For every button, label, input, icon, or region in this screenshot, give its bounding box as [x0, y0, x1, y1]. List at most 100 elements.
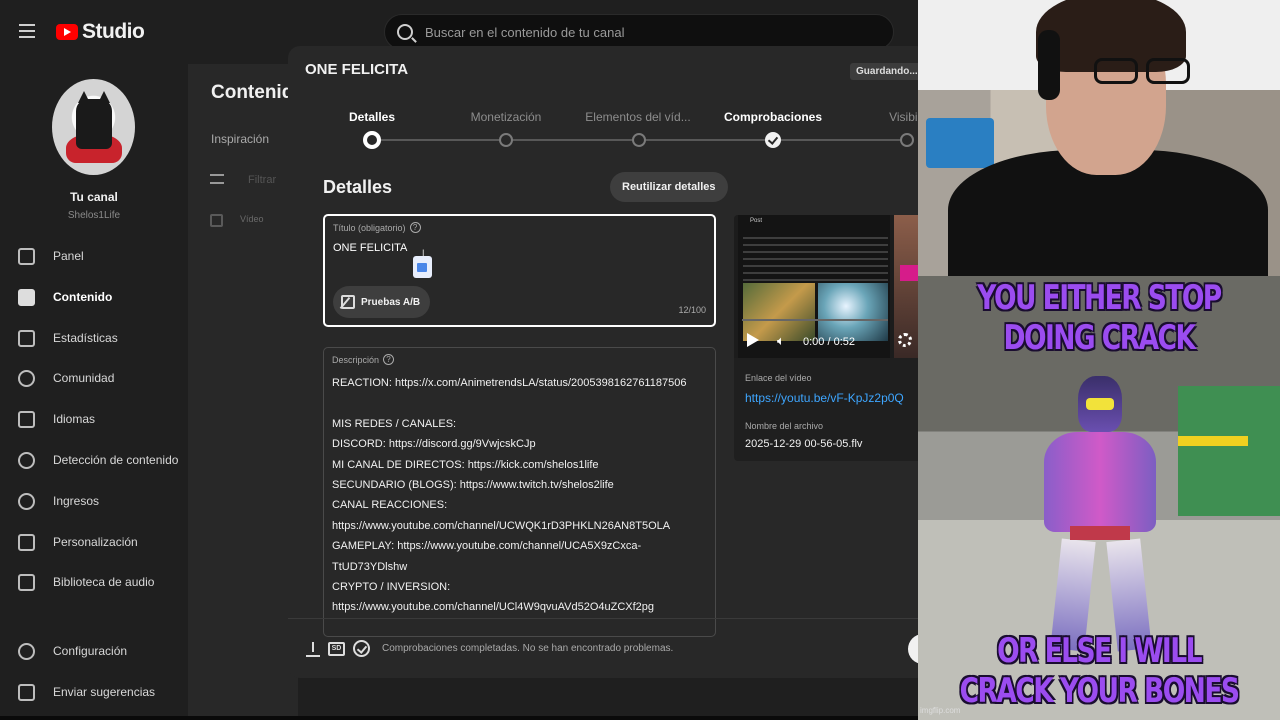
sidebar-item-label: Biblioteca de audio: [53, 575, 155, 589]
description-line: MI CANAL DE DIRECTOS: https://kick.com/s…: [332, 458, 599, 471]
sidebar-item-sugerencias[interactable]: Enviar sugerencias: [0, 672, 188, 712]
description-line: [332, 393, 709, 413]
video-link-label: Enlace del vídeo: [745, 373, 812, 383]
sidebar-item-deteccion[interactable]: Detección de contenido: [0, 440, 188, 480]
meme-watermark: imgflip.com: [920, 706, 961, 715]
ab-testing-button[interactable]: Pruebas A/B: [333, 286, 431, 318]
search-placeholder: Buscar en el contenido de tu canal: [425, 24, 625, 40]
description-line: REACTION: https://x.com/AnimetrendsLA/st…: [332, 377, 687, 389]
meme-bottom-text: OR ELSE I WILL CRACK YOUR BONES: [959, 631, 1240, 711]
video-player[interactable]: Post 🔈︎ 0:00 / 0:52: [734, 215, 918, 358]
checks-ok-icon[interactable]: [353, 640, 370, 657]
title-input[interactable]: ONE FELICITA: [333, 242, 407, 254]
section-title: Detalles: [323, 177, 393, 197]
file-name: 2025-12-29 00-56-05.flv: [745, 438, 863, 450]
studio-logo[interactable]: Studio: [56, 20, 145, 44]
reuse-details-button[interactable]: Reutilizar detalles: [610, 172, 728, 202]
channel-avatar[interactable]: [52, 79, 135, 175]
description-label-text: Descripción: [332, 354, 380, 365]
title-field[interactable]: Título (obligatorio) ? ONE FELICITA I Pr…: [323, 214, 716, 327]
sidebar-item-label: Contenido: [53, 290, 113, 304]
video-preview-panel: Post 🔈︎ 0:00 / 0:52 Enlace del vídeo htt…: [734, 215, 918, 461]
sidebar-item-ingresos[interactable]: Ingresos: [0, 481, 188, 521]
step-detalles[interactable]: Detalles: [349, 110, 395, 124]
sidebar-item-idiomas[interactable]: Idiomas: [0, 399, 188, 439]
logo-text: Studio: [82, 20, 145, 43]
sd-quality-icon[interactable]: SD: [328, 641, 345, 656]
sidebar-item-panel[interactable]: Panel: [0, 236, 188, 276]
step-check-icon: [765, 132, 781, 148]
description-line: TtUD73YDlshw: [332, 560, 408, 573]
step-pending-dot: [900, 133, 914, 147]
bottom-strip: [0, 716, 918, 720]
step-comprobaciones[interactable]: Comprobaciones: [724, 110, 822, 124]
video-progress-bar[interactable]: [742, 319, 888, 321]
meme-top-text: YOU EITHER STOP DOING CRACK: [977, 278, 1222, 358]
sidebar-item-label: Idiomas: [53, 412, 96, 426]
description-field-label: Descripción ?: [332, 354, 395, 365]
headset-icon: [1038, 30, 1060, 100]
volume-icon[interactable]: 🔈︎: [777, 333, 785, 349]
channel-handle: Shelos1Life: [67, 210, 121, 221]
description-line: MIS REDES / CANALES:: [332, 417, 457, 430]
title-label-text: Título (obligatorio): [333, 222, 406, 233]
step-visibilidad[interactable]: Visibili: [889, 110, 918, 124]
channel-label: Tu canal: [70, 190, 118, 204]
content-page: Contenido Inspiración Filtrar Vídeo: [188, 64, 305, 720]
filter-icon[interactable]: [210, 174, 224, 184]
earn-icon: [18, 492, 35, 510]
sidebar-item-configuracion[interactable]: Configuración: [0, 631, 188, 671]
step-monetizacion[interactable]: Monetización: [471, 110, 542, 124]
step-elementos[interactable]: Elementos del víd...: [585, 110, 690, 124]
sidebar-item-label: Enviar sugerencias: [53, 685, 156, 699]
column-header-video: Vídeo: [240, 214, 264, 224]
sidebar-item-biblioteca-audio[interactable]: Biblioteca de audio: [0, 562, 188, 602]
footer-divider: [288, 618, 918, 619]
analytics-icon: [18, 329, 35, 347]
upload-icon[interactable]: [306, 640, 320, 657]
step-pending-dot: [632, 133, 646, 147]
saving-status-badge: Guardando...: [850, 63, 918, 80]
content-icon: [18, 288, 35, 306]
copyright-icon: [18, 451, 35, 469]
ab-testing-label: Pruebas A/B: [361, 296, 421, 308]
sidebar-item-estadisticas[interactable]: Estadísticas: [0, 318, 188, 358]
sidebar: Tu canal Shelos1Life Panel Contenido Est…: [0, 64, 188, 720]
description-line: https://www.youtube.com/channel/UCWQK1rD…: [332, 519, 671, 532]
search-bar[interactable]: Buscar en el contenido de tu canal: [384, 14, 894, 50]
sidebar-item-contenido[interactable]: Contenido: [0, 277, 188, 317]
customization-icon: [18, 533, 35, 551]
gear-icon[interactable]: [898, 333, 912, 347]
sidebar-item-label: Configuración: [53, 644, 128, 658]
sidebar-item-comunidad[interactable]: Comunidad: [0, 358, 188, 398]
feedback-icon: [18, 683, 35, 701]
description-field[interactable]: Descripción ? REACTION: https://x.com/An…: [323, 347, 716, 637]
sidebar-item-personalizacion[interactable]: Personalización: [0, 522, 188, 562]
youtube-studio-window: Studio Buscar en el contenido de tu cana…: [0, 0, 918, 720]
sidebar-item-label: Ingresos: [53, 494, 100, 508]
tab-inspiracion[interactable]: Inspiración: [211, 132, 269, 146]
menu-icon[interactable]: [19, 24, 35, 38]
help-icon[interactable]: ?: [409, 222, 421, 233]
description-text[interactable]: REACTION: https://x.com/AnimetrendsLA/st…: [332, 373, 709, 618]
description-line: CRYPTO / INVERSION:: [332, 581, 451, 594]
step-current-dot: [363, 131, 381, 149]
title-field-label: Título (obligatorio) ?: [333, 222, 421, 233]
next-button[interactable]: [908, 634, 918, 664]
help-icon[interactable]: ?: [383, 354, 395, 365]
description-line: https://www.youtube.com/channel/UCl4W9qv…: [332, 601, 655, 614]
ab-test-icon: [341, 295, 355, 309]
play-icon[interactable]: [747, 333, 759, 347]
video-link[interactable]: https://youtu.be/vF-KpJz2p0Q: [745, 391, 904, 405]
title-char-counter: 12/100: [678, 305, 706, 315]
select-all-checkbox[interactable]: [210, 214, 223, 227]
dashboard-icon: [18, 247, 35, 265]
dialog-title: ONE FELICITA: [305, 61, 409, 78]
translate-icon[interactable]: [413, 256, 432, 278]
video-details-dialog: ONE FELICITA Guardando... Detalles Monet…: [288, 46, 918, 678]
sidebar-item-label: Estadísticas: [53, 331, 118, 345]
community-icon: [18, 369, 35, 387]
armored-hero-figure: [1030, 376, 1170, 656]
search-icon: [397, 24, 413, 40]
filter-input[interactable]: Filtrar: [248, 174, 276, 186]
